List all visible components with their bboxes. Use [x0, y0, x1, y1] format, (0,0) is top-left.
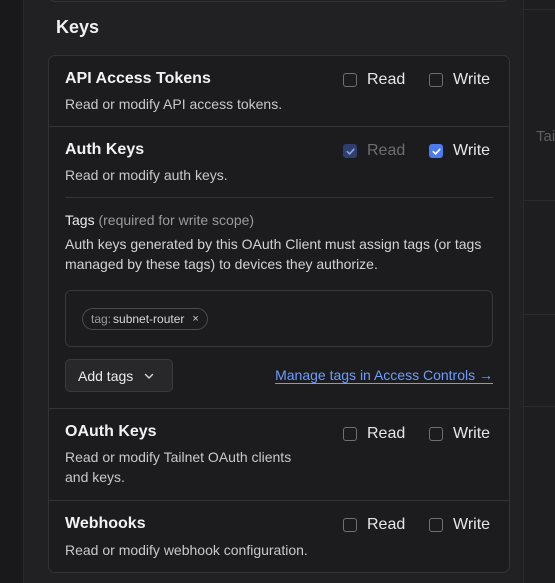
scope-desc-webhooks: Read or modify webhook configuration.	[65, 542, 308, 558]
auth-keys-write-checkbox[interactable]: Write	[429, 142, 490, 160]
tag-chip-value: subnet-router	[113, 312, 185, 326]
checkbox-box[interactable]	[429, 427, 443, 441]
oauth-client-modal: Keys API Access Tokens Read or modify AP…	[23, 0, 524, 583]
checkbox-label: Write	[453, 516, 491, 533]
chevron-down-icon	[145, 373, 154, 379]
auth-keys-read-checkbox[interactable]: Read	[343, 142, 405, 160]
manage-tags-link[interactable]: Manage tags in Access Controls →	[275, 367, 493, 383]
oauth-keys-write-checkbox[interactable]: Write	[429, 425, 490, 443]
row-divider	[49, 408, 509, 409]
row-divider	[49, 126, 509, 127]
background-divider	[520, 200, 555, 201]
background-divider	[520, 9, 555, 10]
checkbox-box[interactable]	[429, 73, 443, 87]
checkbox-label: Read	[367, 425, 406, 442]
checkbox-box[interactable]	[343, 73, 357, 87]
checkbox-box[interactable]	[343, 144, 357, 158]
checkbox-label: Read	[367, 71, 406, 88]
webhooks-write-checkbox[interactable]: Write	[429, 516, 490, 534]
scope-desc-api-access-tokens: Read or modify API access tokens.	[65, 96, 283, 112]
tags-label-text: Tags	[65, 212, 95, 228]
background-divider	[520, 314, 555, 315]
scope-title-api-access-tokens: API Access Tokens	[65, 70, 211, 87]
keys-scope-card: API Access Tokens Read or modify API acc…	[48, 55, 510, 573]
tags-description: Auth keys generated by this OAuth Client…	[65, 236, 482, 272]
tags-hint: (required for write scope)	[98, 212, 255, 228]
remove-tag-icon[interactable]: ×	[192, 313, 198, 325]
tags-label: Tags (required for write scope)	[65, 212, 254, 228]
scope-title-auth-keys: Auth Keys	[65, 141, 145, 158]
background-text: Tai	[536, 128, 555, 145]
inner-divider	[65, 197, 493, 198]
background-divider	[520, 406, 555, 407]
row-divider	[49, 500, 509, 501]
scope-desc-oauth-keys: Read or modify Tailnet OAuth clients and…	[65, 449, 292, 485]
background-panel	[520, 0, 555, 583]
checkbox-box[interactable]	[343, 427, 357, 441]
add-tags-button[interactable]: Add tags	[65, 359, 173, 392]
webhooks-read-checkbox[interactable]: Read	[343, 516, 405, 534]
tag-chip: tag: subnet-router ×	[82, 308, 208, 330]
api-access-tokens-read-checkbox[interactable]: Read	[343, 71, 405, 89]
check-icon	[345, 147, 355, 155]
checkbox-label: Read	[367, 142, 406, 159]
scope-title-oauth-keys: OAuth Keys	[65, 423, 157, 440]
checkbox-box[interactable]	[429, 144, 443, 158]
checkbox-label: Write	[453, 142, 491, 159]
api-access-tokens-write-checkbox[interactable]: Write	[429, 71, 490, 89]
section-title: Keys	[56, 17, 100, 37]
scope-desc-auth-keys: Read or modify auth keys.	[65, 167, 228, 183]
tags-input[interactable]: tag: subnet-router ×	[65, 290, 493, 347]
checkbox-label: Write	[453, 71, 491, 88]
check-icon	[431, 147, 441, 155]
scope-title-webhooks: Webhooks	[65, 515, 146, 532]
checkbox-box[interactable]	[343, 518, 357, 532]
oauth-keys-read-checkbox[interactable]: Read	[343, 425, 405, 443]
tag-chip-prefix: tag:	[91, 312, 112, 326]
checkbox-label: Read	[367, 516, 406, 533]
checkbox-box[interactable]	[429, 518, 443, 532]
checkbox-label: Write	[453, 425, 491, 442]
add-tags-label: Add tags	[78, 367, 134, 384]
previous-card-edge	[48, 0, 509, 2]
